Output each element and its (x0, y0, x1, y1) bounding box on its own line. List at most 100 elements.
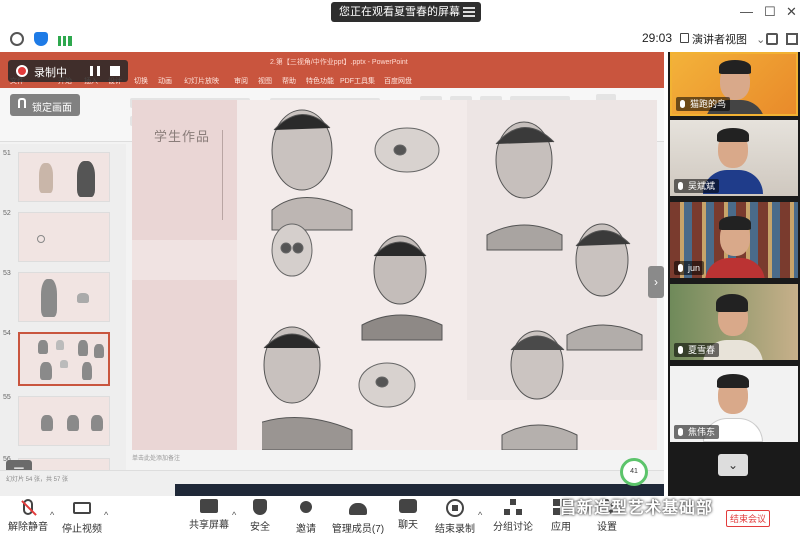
participant-name-tag: 焦伟东 (674, 425, 720, 439)
video-tile[interactable]: 焦伟东 (670, 366, 798, 442)
sharing-banner[interactable]: 您正在观看夏雪春的屏幕 (331, 2, 481, 22)
camera-icon (73, 502, 91, 514)
tab-baidu[interactable]: 百度网盘 (384, 76, 412, 86)
mic-icon (678, 428, 683, 436)
participant-hair (719, 216, 751, 230)
share-screen-button[interactable]: 共享屏幕 (186, 499, 232, 531)
thumb-figure (67, 415, 79, 431)
toolbar-label: 应用 (551, 522, 571, 533)
chevron-down-icon[interactable]: ⌄ (718, 454, 748, 476)
tab-review[interactable]: 审阅 (234, 76, 248, 86)
pin-icon (18, 98, 26, 108)
chevron-up-icon[interactable]: ^ (478, 510, 482, 520)
notes-placeholder[interactable]: 单击此处添加备注 (132, 453, 180, 462)
portrait-sketch-6 (501, 330, 578, 450)
slide-number: 51 (3, 150, 11, 157)
participant-hair (717, 128, 749, 142)
toolbar-label: 解除静音 (8, 522, 48, 533)
tab-view[interactable]: 视图 (258, 76, 272, 86)
security-button[interactable]: 安全 (242, 499, 278, 533)
tab-slideshow[interactable]: 幻灯片放映 (184, 76, 219, 86)
portrait-sketch-5 (566, 223, 643, 351)
thumb-figure (41, 279, 57, 317)
thumb-figure (91, 415, 103, 431)
tab-help[interactable]: 帮助 (282, 76, 296, 86)
signal-icon[interactable] (58, 36, 72, 46)
invite-button[interactable]: 邀请 (288, 499, 324, 535)
thumb-figure (77, 293, 89, 303)
chat-button[interactable]: 聊天 (390, 499, 426, 531)
participant-hair (716, 294, 748, 312)
recording-bar: 录制中 (8, 60, 128, 82)
slide-thumbnail-selected[interactable] (18, 332, 110, 386)
shield-icon[interactable] (34, 32, 48, 46)
chevron-up-icon[interactable]: ^ (50, 510, 54, 520)
zoom-indicator[interactable]: 41 (620, 458, 648, 486)
video-tile[interactable]: 猫跑的鸟 (670, 52, 798, 116)
view-mode-label: 演讲者视图 (692, 34, 747, 46)
portrait-sketch-2 (361, 235, 443, 341)
stop-recording-button[interactable] (110, 66, 120, 76)
tab-transitions[interactable]: 切换 (134, 76, 148, 86)
watermark-text: 昌新造型艺术基础部 (560, 500, 714, 517)
mic-icon (680, 100, 685, 108)
slide-number: 54 (3, 330, 11, 337)
info-icon[interactable] (10, 32, 24, 46)
skull-sketch-3 (358, 362, 416, 408)
video-panel: 猫跑的鸟 吴斌斌 jun 夏雪春 焦伟东 ⌄ (668, 52, 800, 496)
meeting-timer: 29:03 (642, 31, 673, 45)
portrait-sketch-3 (262, 326, 353, 450)
menu-icon[interactable] (463, 7, 475, 17)
minimize-button[interactable]: — (740, 4, 753, 19)
pause-recording-button[interactable] (90, 66, 100, 76)
slide-thumbnail[interactable] (18, 212, 110, 262)
chevron-up-icon[interactable]: ^ (232, 510, 236, 520)
portrait-sketch-4 (486, 121, 563, 251)
slide-title: 学生作品 (154, 130, 211, 145)
breakout-button[interactable]: 分组讨论 (490, 499, 536, 533)
participant-name-tag: 吴斌斌 (674, 179, 720, 193)
participant-hair (719, 60, 751, 74)
stop-recording-button[interactable]: 结束录制 (432, 499, 478, 535)
chevron-right-icon[interactable]: › (648, 266, 664, 298)
title-divider (222, 130, 223, 220)
fullscreen-icon[interactable] (766, 33, 778, 45)
manage-members-button[interactable]: 管理成员(7) (330, 499, 386, 535)
tab-animations[interactable]: 动画 (158, 76, 172, 86)
skull-sketch-1 (374, 127, 440, 173)
video-tile[interactable]: jun (670, 202, 798, 278)
thumb-figure (39, 163, 53, 193)
slide-thumbnail[interactable] (18, 272, 110, 322)
mic-icon (678, 182, 683, 190)
maximize-button[interactable]: ☐ (764, 4, 776, 20)
slide-thumbnail[interactable] (18, 152, 110, 202)
expand-icon[interactable] (786, 33, 798, 45)
tab-features[interactable]: 特色功能 (306, 76, 334, 86)
thumb-figure (56, 340, 64, 350)
unmute-button[interactable]: 解除静音 (6, 499, 50, 533)
thumb-figure (78, 340, 88, 356)
student-sketches (262, 109, 643, 450)
participant-name-tag: 夏雪春 (674, 343, 720, 357)
slide-thumbnail[interactable] (18, 396, 110, 446)
thumb-figure (94, 344, 104, 358)
slide-left-band (132, 240, 237, 280)
close-button[interactable]: ✕ (786, 4, 797, 20)
participant-name: 猫跑的鸟 (690, 99, 727, 109)
toolbar-label: 停止视频 (62, 524, 102, 535)
end-meeting-button[interactable]: 结束会议 (726, 510, 771, 527)
lock-screen-button[interactable]: 锁定画面 (10, 94, 80, 116)
share-screen-icon (200, 499, 218, 513)
chevron-up-icon[interactable]: ^ (104, 510, 108, 520)
view-mode-button[interactable]: 演讲者视图 ⌄ (692, 31, 765, 47)
video-tile[interactable]: 吴斌斌 (670, 120, 798, 196)
participant-hair (717, 374, 749, 388)
portrait-sketch-1 (271, 109, 353, 231)
video-tile[interactable]: 夏雪春 (670, 284, 798, 360)
thumb-figure (82, 362, 92, 380)
stop-video-button[interactable]: 停止视频 (60, 499, 104, 535)
thumb-figure (38, 340, 48, 354)
tab-pdf-tools[interactable]: PDF工具集 (340, 76, 375, 86)
stop-record-icon (446, 499, 464, 517)
toolbar-label: 共享屏幕 (189, 520, 229, 531)
